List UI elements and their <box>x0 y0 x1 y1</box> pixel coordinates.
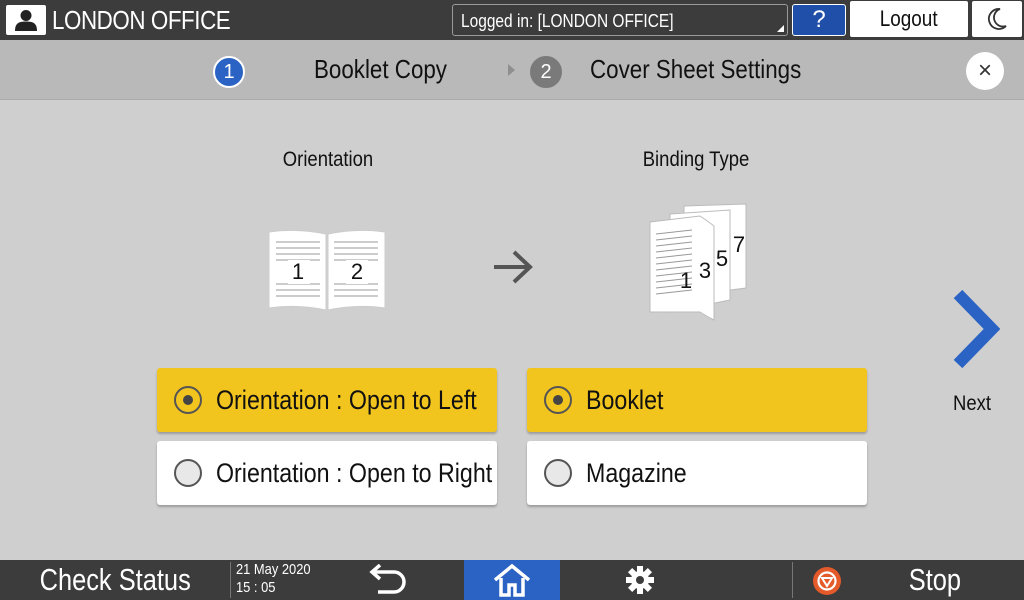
user-button[interactable] <box>6 5 46 35</box>
date-time: 21 May 2020 15 : 05 <box>236 561 323 597</box>
close-icon: × <box>977 57 992 84</box>
booklet-page-number: 3 <box>699 258 711 283</box>
stop-button[interactable]: Stop <box>880 560 990 600</box>
logout-label: Logout <box>880 6 938 31</box>
binding-type-title: Binding Type <box>642 148 750 171</box>
next-button[interactable]: Next <box>940 288 1004 420</box>
date-text: 21 May 2020 <box>236 561 311 578</box>
energy-saver-button[interactable] <box>972 1 1022 37</box>
step-1-number: 1 <box>213 56 245 88</box>
option-label: Booklet <box>586 385 664 415</box>
chevron-right-icon <box>953 289 1000 369</box>
option-label: Orientation : Open to Right <box>216 458 493 488</box>
open-book-illustration: 1 2 <box>268 229 386 311</box>
check-status-label: Check Status <box>39 562 191 597</box>
logout-button[interactable]: Logout <box>850 1 968 37</box>
home-button[interactable] <box>464 560 560 600</box>
logged-in-selector[interactable]: Logged in: [LONDON OFFICE] <box>452 4 788 36</box>
stop-label: Stop <box>908 562 962 597</box>
stop-icon[interactable] <box>812 566 842 596</box>
back-arrow-icon[interactable] <box>360 564 410 596</box>
divider <box>792 562 793 598</box>
option-open-to-left[interactable]: Orientation : Open to Left <box>157 368 497 432</box>
check-status-button[interactable]: Check Status <box>0 560 230 600</box>
gear-icon[interactable] <box>620 564 660 596</box>
option-open-to-right[interactable]: Orientation : Open to Right <box>157 441 497 505</box>
book-page-number: 2 <box>351 259 363 284</box>
logged-in-text: Logged in: [LONDON OFFICE] <box>461 11 674 31</box>
booklet-page-number: 1 <box>680 268 692 293</box>
moon-icon <box>988 8 1007 30</box>
orientation-title: Orientation <box>282 148 374 171</box>
option-label: Orientation : Open to Left <box>216 385 477 415</box>
radio-unselected-icon <box>544 459 572 487</box>
radio-unselected-icon <box>174 459 202 487</box>
booklet-page-number: 7 <box>733 232 745 257</box>
office-name: LONDON OFFICE <box>52 5 231 35</box>
next-label: Next <box>952 392 992 415</box>
step-separator-icon <box>508 64 515 76</box>
book-page-number: 1 <box>292 259 304 284</box>
step-1-label: Booklet Copy <box>314 54 448 84</box>
close-button[interactable]: × <box>966 52 1004 90</box>
help-button[interactable]: ? <box>792 4 846 36</box>
radio-selected-icon <box>174 386 202 414</box>
wizard-step-bar: 1 Booklet Copy 2 Cover Sheet Settings × <box>0 40 1024 100</box>
step-2-number: 2 <box>530 56 562 88</box>
top-bar: LONDON OFFICE Logged in: [LONDON OFFICE]… <box>0 0 1024 40</box>
radio-selected-icon <box>544 386 572 414</box>
divider <box>230 562 231 598</box>
option-magazine[interactable]: Magazine <box>527 441 867 505</box>
booklet-page-number: 5 <box>716 246 728 271</box>
booklet-illustration: 1 3 5 7 <box>649 203 747 321</box>
home-icon <box>493 563 531 597</box>
user-icon <box>15 10 37 31</box>
right-arrow-icon <box>494 250 533 284</box>
dropdown-corner-icon <box>777 25 784 32</box>
step-2-label: Cover Sheet Settings <box>590 54 802 84</box>
time-text: 15 : 05 <box>236 579 276 596</box>
option-label: Magazine <box>586 458 687 488</box>
bottom-bar: Check Status 21 May 2020 15 : 05 Stop <box>0 560 1024 600</box>
option-booklet[interactable]: Booklet <box>527 368 867 432</box>
